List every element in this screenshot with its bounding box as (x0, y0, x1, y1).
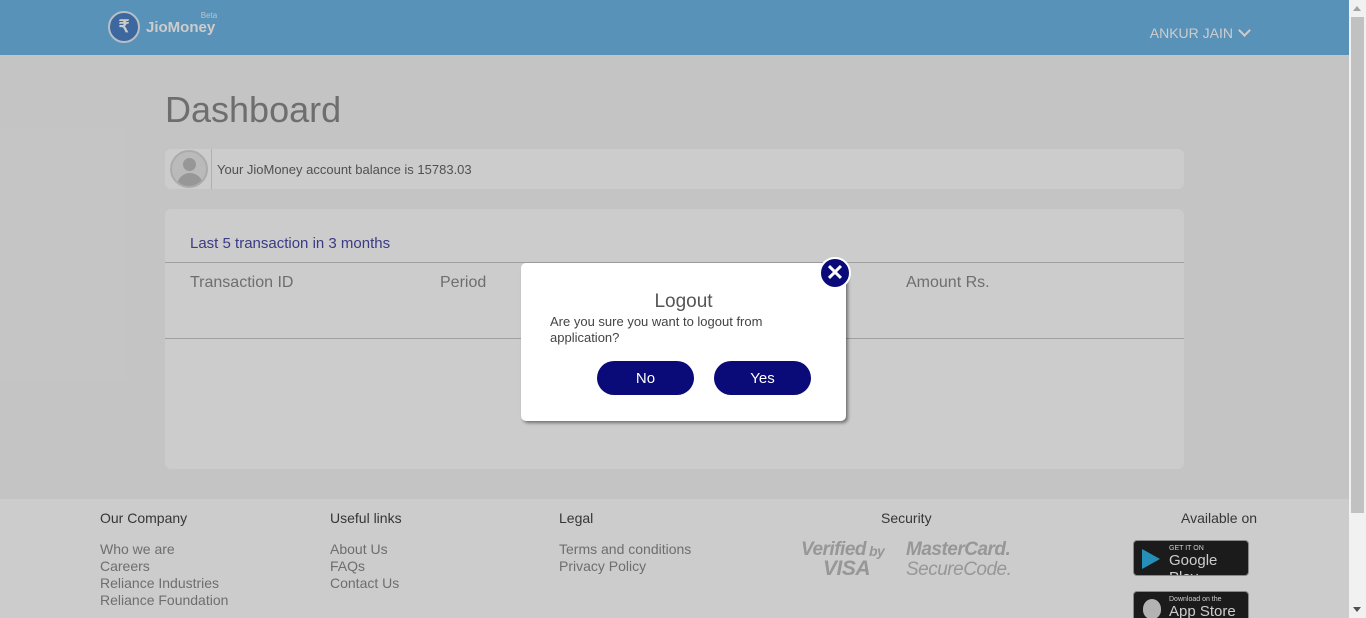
page: ₹ JioMoney Beta ANKUR JAIN Dashboard You… (0, 0, 1349, 618)
scroll-down-arrow-icon[interactable] (1353, 607, 1361, 612)
scroll-up-arrow-icon[interactable] (1353, 6, 1361, 11)
dialog-message: Are you sure you want to logout from app… (550, 314, 763, 345)
close-icon[interactable]: ✕ (819, 257, 851, 289)
scrollbar-thumb[interactable] (1351, 17, 1364, 513)
logout-dialog: ✕ Logout Are you sure you want to logout… (521, 257, 851, 421)
no-button[interactable]: No (597, 361, 694, 395)
dialog-title: Logout (654, 291, 713, 312)
vertical-scrollbar[interactable] (1349, 0, 1366, 618)
yes-button[interactable]: Yes (714, 361, 811, 395)
